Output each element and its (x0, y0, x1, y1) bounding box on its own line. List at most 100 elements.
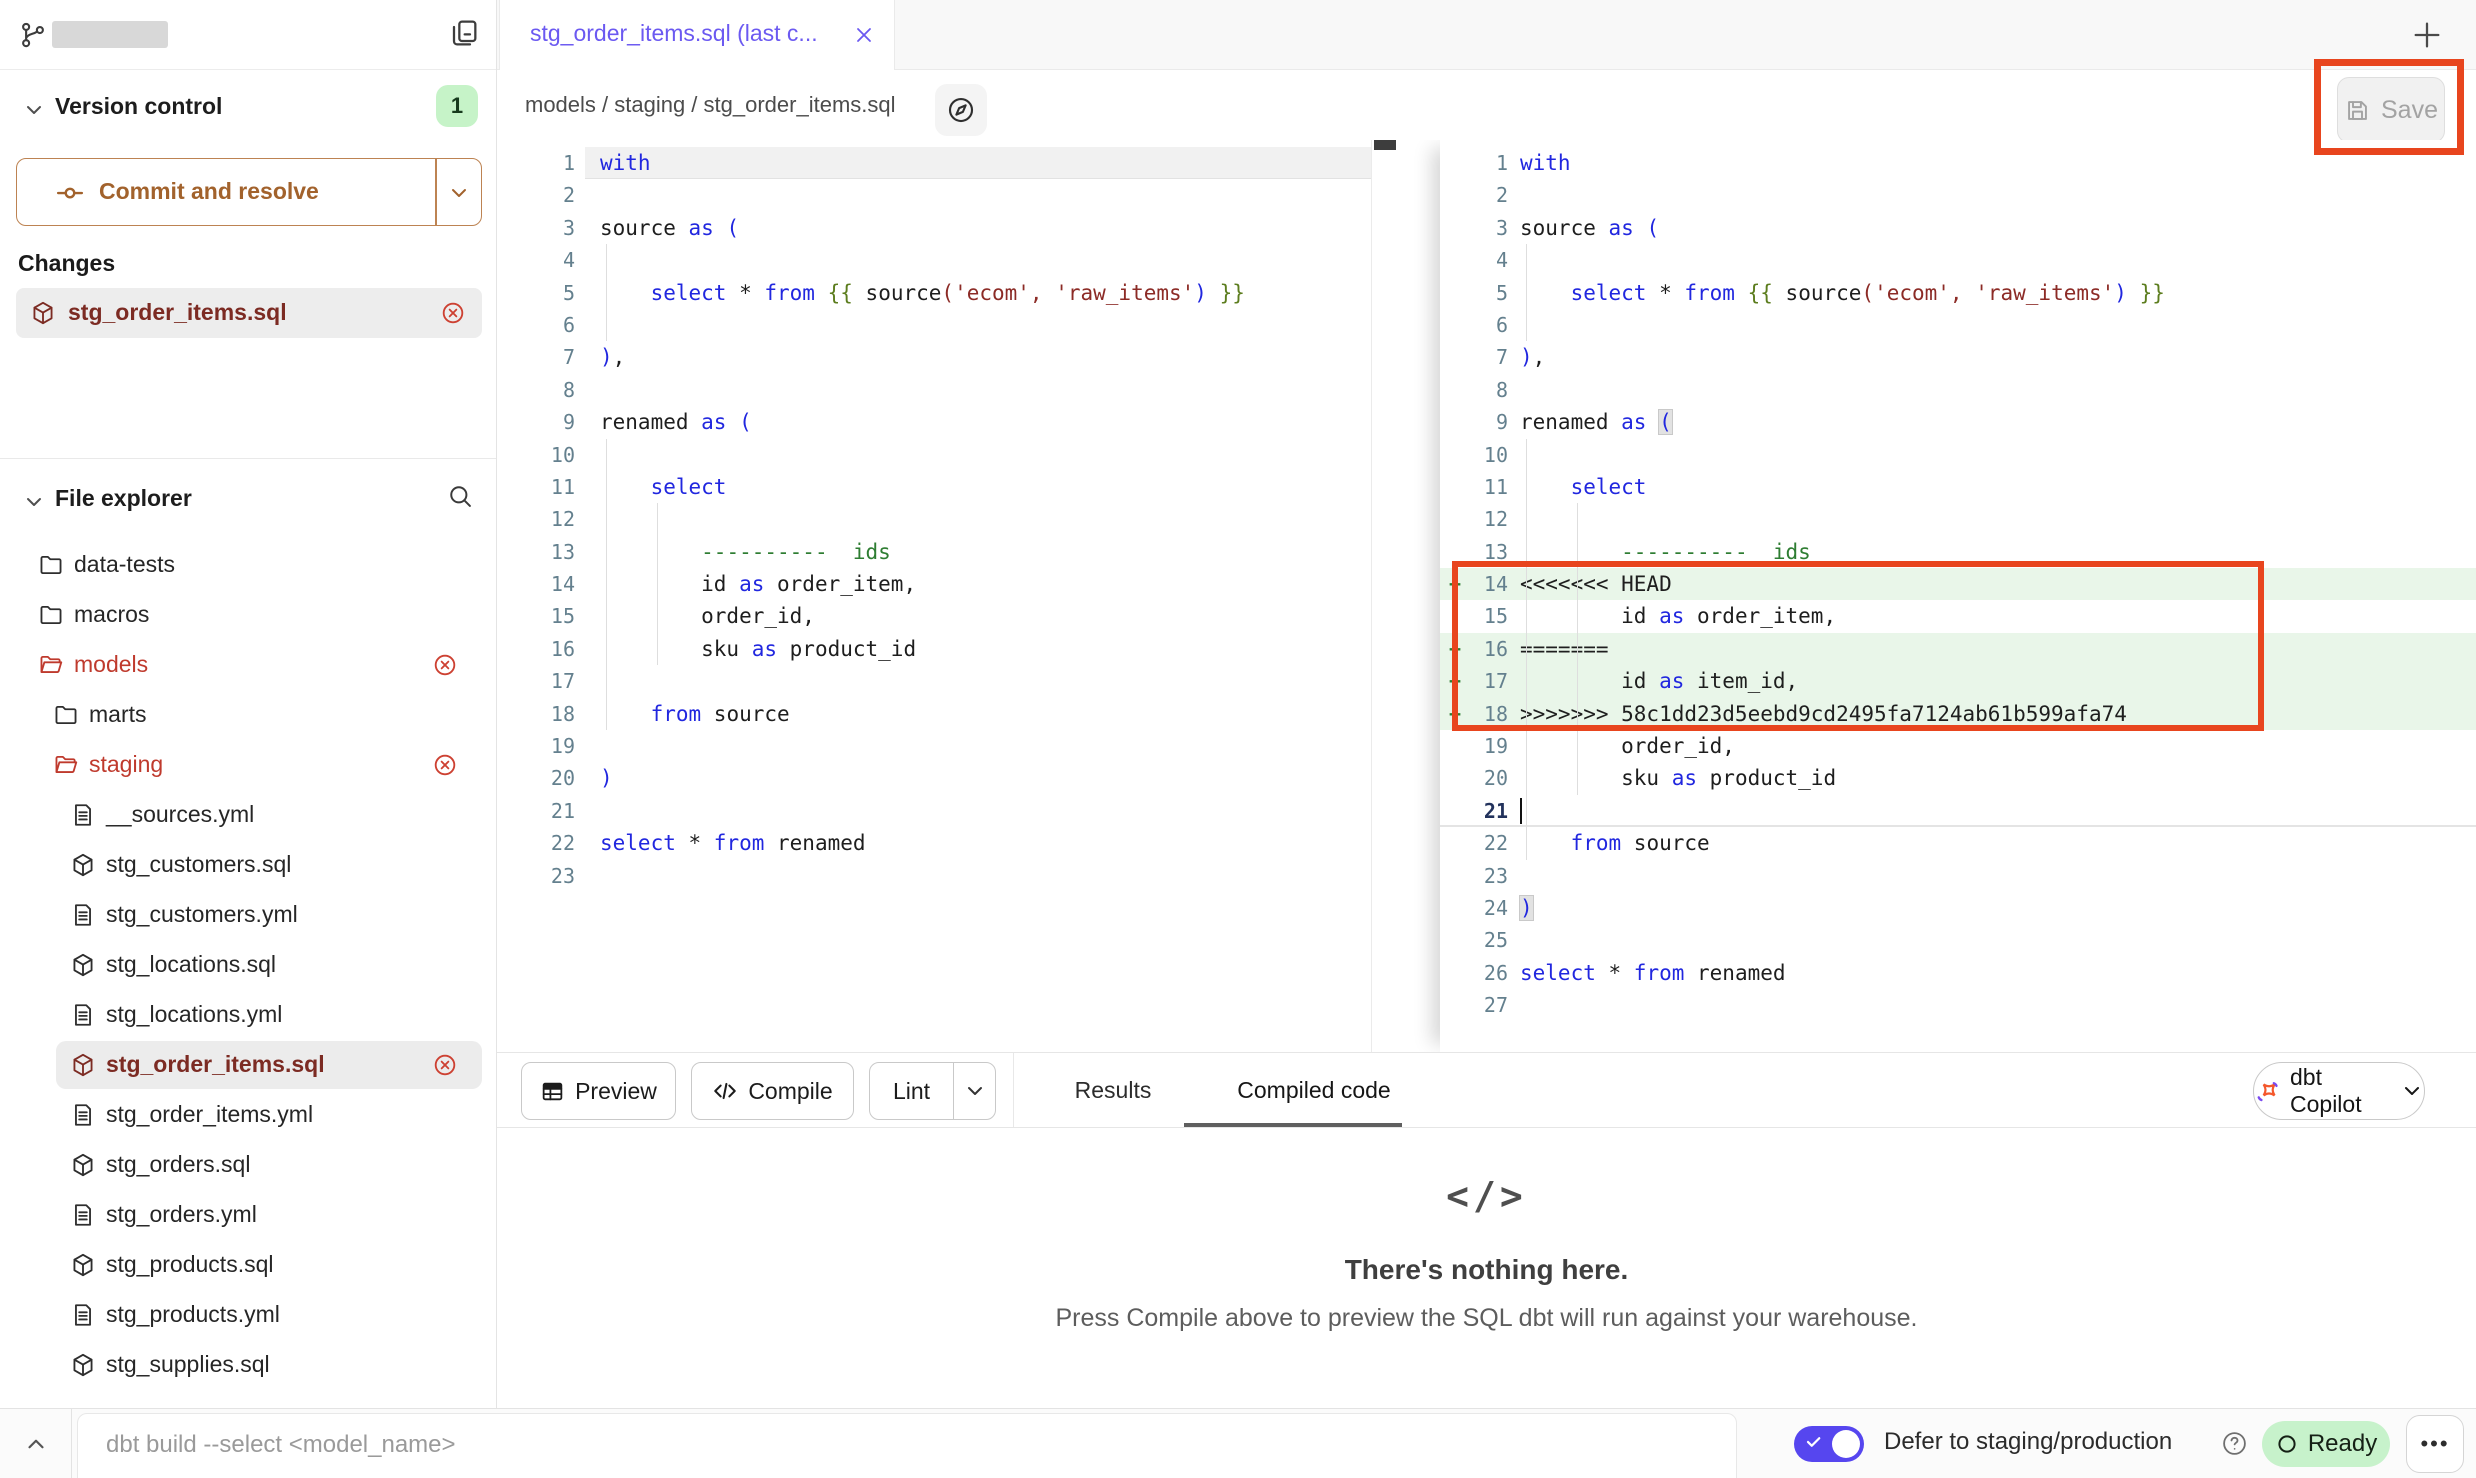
cube-icon (70, 852, 96, 878)
file-item-stg-orders-sql[interactable]: stg_orders.sql (0, 1140, 496, 1190)
code-line-22: 22 from source (1440, 827, 2476, 859)
defer-toggle[interactable] (1794, 1426, 1864, 1462)
discard-change-icon[interactable] (432, 752, 458, 778)
line-number: 21 (497, 795, 585, 827)
code-text: select * from renamed (585, 827, 1372, 859)
toggle-knob (1832, 1430, 1860, 1458)
close-icon[interactable] (852, 23, 876, 47)
code-line-10: 10 (1440, 439, 2476, 471)
code-text (585, 795, 1372, 827)
new-tab-icon[interactable] (2410, 18, 2444, 52)
line-number: 17 (1470, 665, 1508, 697)
code-line-5: 5 select * from {{ source('ecom', 'raw_i… (497, 277, 1372, 309)
code-line-21: 21 (1440, 795, 2476, 827)
lint-menu-chevron-icon[interactable] (954, 1079, 995, 1103)
file-item-stg-supplies-sql[interactable]: stg_supplies.sql (0, 1340, 496, 1390)
discard-change-icon[interactable] (432, 1052, 458, 1078)
code-line-18: 18 from source (497, 698, 1372, 730)
line-number: 23 (1470, 860, 1508, 892)
file-item-stg-locations-yml[interactable]: stg_locations.yml (0, 990, 496, 1040)
file-explorer-header[interactable]: File explorer (0, 476, 496, 522)
chevron-down-icon (2400, 1079, 2424, 1103)
ellipsis-icon: ••• (2420, 1431, 2449, 1457)
file-name: stg_customers.yml (106, 901, 298, 928)
preview-button[interactable]: Preview (521, 1062, 676, 1120)
branch-name-redacted (52, 21, 168, 48)
file-item-stg-locations-sql[interactable]: stg_locations.sql (0, 940, 496, 990)
tab-results[interactable]: Results (1060, 1053, 1166, 1127)
file-item-stg-products-yml[interactable]: stg_products.yml (0, 1290, 496, 1340)
tab-stg-order-items[interactable]: stg_order_items.sql (last c... (499, 0, 895, 70)
code-line-7: 7), (1440, 341, 2476, 373)
file-item-marts[interactable]: marts (0, 690, 496, 740)
code-line-6: 6 (1440, 309, 2476, 341)
tab-compiled-code[interactable]: Compiled code (1205, 1053, 1423, 1127)
file-item-stg-order-items-sql[interactable]: stg_order_items.sql (0, 1040, 496, 1090)
floppy-save-icon (2344, 97, 2371, 124)
left-pane-scrollbar-handle[interactable] (1374, 140, 1396, 150)
chevron-down-icon[interactable] (447, 181, 471, 205)
code-line-23: 23 (497, 860, 1372, 892)
line-number: 3 (1470, 212, 1508, 244)
code-line-1: 1with (497, 147, 1372, 179)
line-number: 9 (1470, 406, 1508, 438)
lineage-compass-icon[interactable] (935, 84, 987, 136)
code-text (1508, 179, 2476, 211)
model-cube-icon (30, 300, 56, 326)
folder-open-icon (53, 752, 79, 778)
code-text: ---------- ids (1508, 536, 2476, 568)
empty-state-subtitle: Press Compile above to preview the SQL d… (497, 1304, 2476, 1333)
help-question-icon[interactable] (2220, 1429, 2249, 1458)
line-number: 27 (1470, 989, 1508, 1021)
file-item-stg-order-items-yml[interactable]: stg_order_items.yml (0, 1090, 496, 1140)
expand-command-bar-button[interactable] (0, 1409, 72, 1478)
search-icon[interactable] (446, 482, 474, 510)
save-button[interactable]: Save (2337, 77, 2445, 143)
file-name: macros (74, 601, 149, 628)
commit-and-resolve-button[interactable]: Commit and resolve (16, 158, 482, 226)
code-text (1508, 309, 2476, 341)
code-text: with (585, 147, 1372, 179)
code-text: ), (1508, 341, 2476, 373)
file-item--sources-yml[interactable]: __sources.yml (0, 790, 496, 840)
discard-change-icon[interactable] (432, 652, 458, 678)
code-pane-current[interactable]: 1with23source as (45 select * from {{ so… (1440, 140, 2476, 1052)
compile-label: Compile (748, 1078, 832, 1105)
file-item-staging[interactable]: staging (0, 740, 496, 790)
file-item-stg-orders-yml[interactable]: stg_orders.yml (0, 1190, 496, 1240)
file-item-data-tests[interactable]: data-tests (0, 540, 496, 590)
more-menu-button[interactable]: ••• (2406, 1415, 2464, 1473)
code-line-4: 4 (497, 244, 1372, 276)
gutter (1440, 147, 1470, 179)
copy-icon[interactable] (448, 17, 480, 49)
file-name: stg_order_items.yml (106, 1101, 313, 1128)
compile-button[interactable]: Compile (691, 1062, 854, 1120)
file-item-stg-customers-sql[interactable]: stg_customers.sql (0, 840, 496, 890)
code-line-3: 3source as ( (1440, 212, 2476, 244)
code-line-15: 15 order_id, (497, 600, 1372, 632)
line-number: 16 (1470, 633, 1508, 665)
code-text (1508, 989, 2476, 1021)
command-input[interactable]: dbt build --select <model_name> (77, 1413, 1737, 1478)
file-item-models[interactable]: models (0, 640, 496, 690)
line-number: 12 (497, 503, 585, 535)
line-number: 4 (497, 244, 585, 276)
code-line-12: 12 (1440, 503, 2476, 535)
sidebar-header (0, 0, 496, 70)
gutter (1440, 795, 1470, 825)
dbt-copilot-button[interactable]: dbt Copilot (2253, 1062, 2425, 1120)
code-line-22: 22select * from renamed (497, 827, 1372, 859)
code-line-17: 17 (497, 665, 1372, 697)
version-control-header[interactable]: Version control 1 (0, 84, 496, 130)
gutter (1440, 309, 1470, 341)
code-text: source as ( (585, 212, 1372, 244)
sidebar: Version control 1 Commit and resolve Cha… (0, 0, 497, 1408)
file-item-stg-customers-yml[interactable]: stg_customers.yml (0, 890, 496, 940)
discard-change-icon[interactable] (440, 300, 466, 326)
gutter (1440, 244, 1470, 276)
lint-button[interactable]: Lint (870, 1078, 953, 1105)
code-pane-original[interactable]: 1with 23 source as (45 select * from {{ so… (497, 140, 1372, 1052)
changed-file-stg-order-items[interactable]: stg_order_items.sql (16, 288, 482, 338)
file-item-stg-products-sql[interactable]: stg_products.sql (0, 1240, 496, 1290)
file-item-macros[interactable]: macros (0, 590, 496, 640)
